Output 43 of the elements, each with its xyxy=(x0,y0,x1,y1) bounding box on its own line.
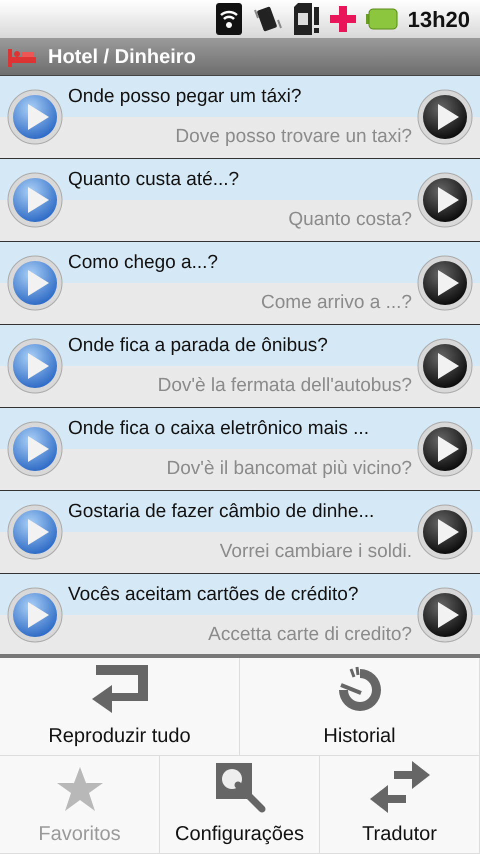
italian-translation: Dove posso trovare un taxi? xyxy=(175,125,412,149)
portuguese-phrase: Quanto custa até...? xyxy=(68,168,240,192)
phrase-row[interactable]: Gostaria de fazer câmbio de dinhe... Vorrei cambiare i soldi. xyxy=(0,491,480,574)
portuguese-phrase: Onde fica o caixa eletrônico mais ... xyxy=(68,416,369,440)
italian-translation: Dov'è la fermata dell'autobus? xyxy=(158,374,412,398)
phrase-row[interactable]: Onde fica o caixa eletrônico mais ... Dov'è il bancomat più vicino? xyxy=(0,408,480,491)
plus-icon xyxy=(330,6,356,32)
screen-title: Hotel / Dinheiro xyxy=(48,44,196,70)
swap-arrows-icon xyxy=(368,761,432,813)
battery-icon xyxy=(366,8,398,30)
phrase-row[interactable]: Como chego a...? Come arrivo a ...? xyxy=(0,242,480,325)
vibrate-phone-icon xyxy=(252,4,282,34)
clock-time: 13h20 xyxy=(408,6,470,34)
phrase-row[interactable]: Onde fica a parada de ônibus? Dov'è la fermata dell'autobus? xyxy=(0,325,480,408)
bed-icon xyxy=(8,46,36,66)
italian-translation: Quanto costa? xyxy=(288,208,412,232)
sim-card-icon xyxy=(292,3,320,35)
play-icon[interactable] xyxy=(416,88,474,146)
star-icon xyxy=(54,765,104,813)
play-icon[interactable] xyxy=(416,586,474,644)
portuguese-phrase: Como chego a...? xyxy=(68,250,218,274)
play-icon[interactable] xyxy=(416,337,474,395)
portuguese-phrase: Onde fica a parada de ônibus? xyxy=(68,334,328,358)
portuguese-phrase: Gostaria de fazer câmbio de dinhe... xyxy=(68,500,374,524)
play-icon[interactable] xyxy=(416,254,474,312)
play-icon[interactable] xyxy=(416,420,474,478)
phrase-row[interactable]: Quanto custa até...? Quanto costa? xyxy=(0,159,480,242)
portuguese-phrase: Onde posso pegar um táxi? xyxy=(68,84,302,108)
play-icon[interactable] xyxy=(416,171,474,229)
wifi-icon xyxy=(216,3,242,35)
menu-item[interactable]: Configurações xyxy=(160,756,320,853)
repeat-arrow-icon xyxy=(90,663,150,715)
menu-item[interactable]: Historial xyxy=(240,658,480,755)
wrench-icon xyxy=(214,761,266,813)
portuguese-phrase: Vocês aceitam cartões de crédito? xyxy=(68,582,358,606)
menu-item[interactable]: Reproduzir tudo xyxy=(0,658,240,755)
italian-translation: Come arrivo a ...? xyxy=(261,291,412,315)
italian-translation: Dov'è il bancomat più vicino? xyxy=(166,457,412,481)
phrase-row[interactable]: Onde posso pegar um táxi? Dove posso trovare un taxi? xyxy=(0,76,480,159)
play-icon[interactable] xyxy=(416,503,474,561)
italian-translation: Accetta carte di credito? xyxy=(208,623,412,647)
menu-item[interactable]: Tradutor xyxy=(320,756,480,853)
italian-translation: Vorrei cambiare i soldi. xyxy=(220,540,412,564)
